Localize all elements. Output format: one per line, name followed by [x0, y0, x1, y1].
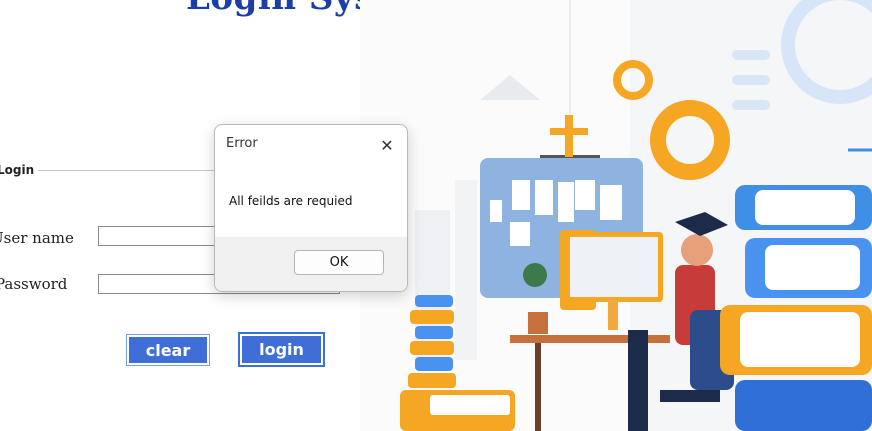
dialog-title: Error [226, 136, 258, 151]
error-dialog: Error ✕ All feilds are requied OK [214, 124, 408, 292]
close-icon[interactable]: ✕ [376, 134, 398, 156]
login-button[interactable]: login [238, 332, 325, 367]
ok-button[interactable]: OK [294, 250, 384, 275]
username-label: User name [0, 229, 74, 247]
clear-button[interactable]: clear [126, 334, 210, 366]
login-legend: Login [0, 163, 39, 177]
hero-illustration [360, 0, 872, 431]
password-label: Password [0, 275, 68, 293]
dialog-message: All feilds are requied [229, 194, 353, 208]
illustration-graphic [360, 0, 872, 431]
